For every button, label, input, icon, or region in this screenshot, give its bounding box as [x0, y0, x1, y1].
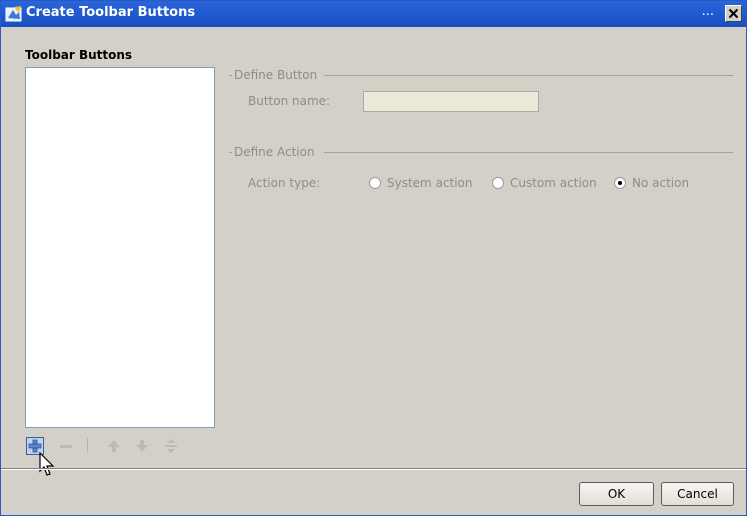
cancel-button[interactable]: Cancel — [661, 482, 734, 506]
footer-divider-highlight — [1, 469, 746, 470]
window-title: Create Toolbar Buttons — [26, 5, 196, 20]
toolbar-buttons-heading: Toolbar Buttons — [25, 48, 133, 62]
move-up-button[interactable] — [105, 437, 123, 455]
button-name-input[interactable] — [363, 91, 539, 112]
define-action-group-line-left — [229, 152, 232, 153]
radio-custom-action-label[interactable]: Custom action — [510, 176, 597, 190]
close-button[interactable] — [725, 5, 742, 22]
define-button-group-line-left — [229, 75, 232, 76]
remove-icon — [60, 445, 72, 448]
title-overflow-dots: ... — [701, 4, 714, 19]
action-type-label: Action type: — [248, 176, 321, 190]
move-down-button[interactable] — [133, 437, 151, 455]
radio-custom-action[interactable] — [492, 177, 504, 189]
button-name-label: Button name: — [248, 94, 331, 108]
radio-system-action-label[interactable]: System action — [387, 176, 473, 190]
define-action-group-line — [324, 152, 733, 153]
create-toolbar-buttons-dialog: Create Toolbar Buttons ... Toolbar Butto… — [0, 0, 747, 516]
define-action-group-label: Define Action — [234, 145, 315, 159]
define-button-group-line — [324, 75, 733, 76]
radio-no-action[interactable] — [614, 177, 626, 189]
radio-no-action-label[interactable]: No action — [632, 176, 689, 190]
define-button-group-label: Define Button — [234, 68, 318, 82]
title-bar[interactable]: Create Toolbar Buttons ... — [1, 1, 746, 27]
ok-button[interactable]: OK — [579, 482, 654, 506]
move-up-icon — [108, 440, 120, 452]
toolbar-buttons-list[interactable] — [25, 67, 215, 428]
mouse-cursor-icon — [39, 452, 55, 476]
close-icon — [728, 8, 739, 19]
add-separator-button[interactable] — [162, 437, 180, 455]
radio-system-action[interactable] — [369, 177, 381, 189]
toolbar-divider — [87, 438, 88, 453]
remove-button[interactable] — [57, 437, 75, 455]
move-down-icon — [136, 440, 148, 452]
app-icon — [5, 6, 22, 22]
separator-icon — [165, 439, 177, 453]
